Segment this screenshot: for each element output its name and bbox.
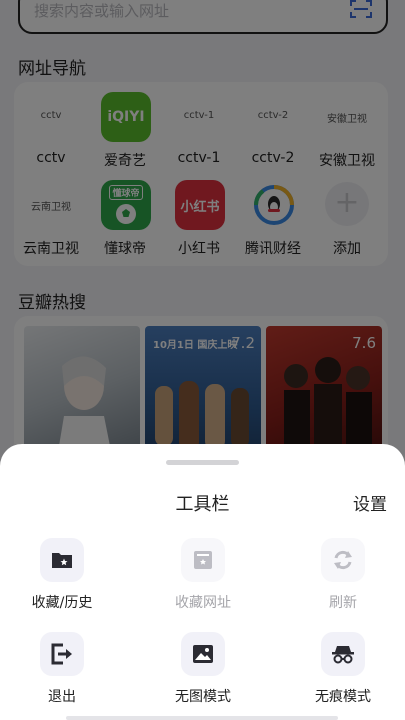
bookmark-url-button[interactable]: 收藏网址 xyxy=(148,538,258,611)
refresh-button[interactable]: 刷新 xyxy=(288,538,398,611)
favorites-history-label: 收藏/历史 xyxy=(31,595,93,611)
bookmark-url-icon-box xyxy=(181,538,225,582)
incognito-mode-icon-box xyxy=(321,632,365,676)
folder-star-icon xyxy=(52,553,72,568)
settings-button[interactable]: 设置 xyxy=(353,490,387,515)
favorites-history-button[interactable]: 收藏/历史 xyxy=(7,538,117,611)
exit-icon xyxy=(51,643,72,665)
drag-handle[interactable] xyxy=(166,460,239,465)
favorites-history-icon-box xyxy=(40,538,84,582)
image-icon xyxy=(193,645,213,663)
incognito-mode-label: 无痕模式 xyxy=(315,689,371,705)
incognito-icon xyxy=(332,646,354,664)
bookmark-page-icon xyxy=(194,551,212,569)
exit-icon-box xyxy=(40,632,84,676)
refresh-icon xyxy=(334,550,352,570)
no-image-mode-icon-box xyxy=(181,632,225,676)
bookmark-url-label: 收藏网址 xyxy=(175,595,231,611)
refresh-icon-box xyxy=(321,538,365,582)
refresh-label: 刷新 xyxy=(329,595,357,611)
exit-button[interactable]: 退出 xyxy=(7,632,117,705)
home-indicator xyxy=(66,716,338,720)
incognito-mode-button[interactable]: 无痕模式 xyxy=(288,632,398,705)
no-image-mode-button[interactable]: 无图模式 xyxy=(148,632,258,705)
toolbar-title: 工具栏 xyxy=(175,494,230,515)
toolbar-bottom-sheet: 工具栏 设置 收藏/历史 收藏网址 刷新 退出 无图模式 无痕模式 xyxy=(0,444,405,720)
no-image-mode-label: 无图模式 xyxy=(175,689,231,705)
exit-label: 退出 xyxy=(48,689,76,705)
